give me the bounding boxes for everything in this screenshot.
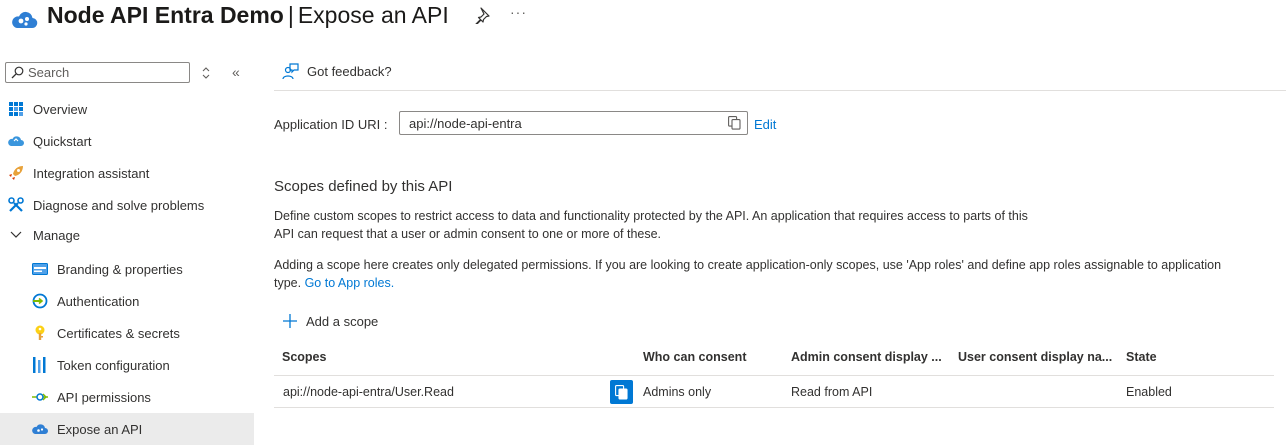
copy-icon[interactable] <box>728 116 741 130</box>
sidebar-item-diagnose[interactable]: Diagnose and solve problems <box>0 189 254 221</box>
sidebar-item-token-configuration[interactable]: Token configuration <box>0 349 254 381</box>
sidebar-item-label: Branding & properties <box>57 261 183 277</box>
application-id-uri-field[interactable] <box>399 111 748 135</box>
feedback-label: Got feedback? <box>307 64 392 79</box>
toolbar-divider <box>274 90 1286 91</box>
overview-grid-icon <box>8 101 24 117</box>
edit-app-id-link[interactable]: Edit <box>754 117 776 132</box>
sidebar-item-label: Authentication <box>57 293 140 309</box>
column-header-state[interactable]: State <box>1126 350 1157 364</box>
plus-icon <box>283 314 297 328</box>
rocket-icon <box>8 165 24 181</box>
scopes-heading: Scopes defined by this API <box>274 178 453 195</box>
more-options-icon[interactable]: ··· <box>510 4 527 20</box>
search-icon <box>11 66 24 79</box>
state-cell: Enabled <box>1126 385 1172 399</box>
scopes-description-line-2: API can request that a user or admin con… <box>274 227 662 241</box>
scopes-description-line-1: Define custom scopes to restrict access … <box>274 209 1028 223</box>
title-separator: | <box>287 2 294 28</box>
key-icon <box>32 325 48 341</box>
delegated-permissions-note-line-1: Adding a scope here creates only delegat… <box>274 258 1222 272</box>
pin-icon[interactable] <box>474 6 492 24</box>
scope-link[interactable]: api://node-api-entra/User.Read <box>283 385 454 399</box>
branding-card-icon <box>32 261 48 277</box>
sidebar-item-quickstart[interactable]: Quickstart <box>0 125 254 157</box>
sidebar-item-expose-an-api[interactable]: Expose an API <box>0 413 254 445</box>
admin-consent-display-cell: Read from API <box>791 385 873 399</box>
authentication-icon <box>32 293 48 309</box>
feedback-button[interactable]: Got feedback? <box>282 63 392 80</box>
sort-icon[interactable] <box>201 66 211 80</box>
sidebar-search[interactable] <box>5 62 190 83</box>
search-input[interactable] <box>28 64 183 81</box>
page-title: Node API Entra Demo | Expose an API <box>47 0 449 30</box>
sidebar-item-label: Diagnose and solve problems <box>33 197 205 213</box>
sidebar-item-label: Token configuration <box>57 357 170 373</box>
sidebar-item-authentication[interactable]: Authentication <box>0 285 254 317</box>
sidebar-item-label: API permissions <box>57 389 151 405</box>
sidebar-item-overview[interactable]: Overview <box>0 93 254 125</box>
add-scope-label: Add a scope <box>306 313 379 329</box>
sidebar-item-label: Expose an API <box>57 421 143 437</box>
sidebar-item-branding[interactable]: Branding & properties <box>0 253 254 285</box>
api-permissions-icon <box>32 389 48 405</box>
app-name: Node API Entra Demo <box>47 2 284 28</box>
table-row-divider <box>274 407 1274 408</box>
who-can-consent-cell: Admins only <box>643 385 712 399</box>
delegated-permissions-note-line-2: type. Go to App roles. <box>274 274 394 292</box>
sidebar-group-manage[interactable]: Manage <box>0 219 254 251</box>
app-registration-cloud-icon <box>12 11 38 29</box>
token-bars-icon <box>32 357 48 373</box>
add-scope-button[interactable]: Add a scope <box>282 313 378 329</box>
sidebar-item-label: Overview <box>33 101 88 117</box>
note-prefix: type. <box>274 276 305 290</box>
copy-scope-button[interactable] <box>610 380 633 404</box>
page-name: Expose an API <box>297 2 449 28</box>
table-header-divider <box>274 375 1274 376</box>
application-id-uri-label: Application ID URI : <box>274 117 388 132</box>
sidebar-item-label: Manage <box>33 227 80 243</box>
chevron-down-icon <box>8 227 24 243</box>
wrench-icon <box>8 197 24 213</box>
collapse-sidebar-icon[interactable]: « <box>232 64 240 80</box>
sidebar-item-label: Integration assistant <box>33 165 150 181</box>
sidebar-item-api-permissions[interactable]: API permissions <box>0 381 254 413</box>
column-header-admin-consent-display[interactable]: Admin consent display ... <box>791 350 942 364</box>
expose-api-cloud-icon <box>32 421 48 437</box>
sidebar-item-integration-assistant[interactable]: Integration assistant <box>0 157 254 189</box>
column-header-scopes[interactable]: Scopes <box>282 350 326 364</box>
sidebar-item-label: Quickstart <box>33 133 92 149</box>
go-to-app-roles-link[interactable]: Go to App roles. <box>305 276 395 290</box>
column-header-who-can-consent[interactable]: Who can consent <box>643 350 746 364</box>
quickstart-cloud-icon <box>8 133 24 149</box>
sidebar-item-certificates[interactable]: Certificates & secrets <box>0 317 254 349</box>
column-header-user-consent-display[interactable]: User consent display na... <box>958 350 1112 364</box>
sidebar-item-label: Certificates & secrets <box>57 325 180 341</box>
application-id-uri-input[interactable] <box>409 115 709 131</box>
copy-icon <box>615 384 628 400</box>
feedback-person-icon <box>282 63 299 80</box>
